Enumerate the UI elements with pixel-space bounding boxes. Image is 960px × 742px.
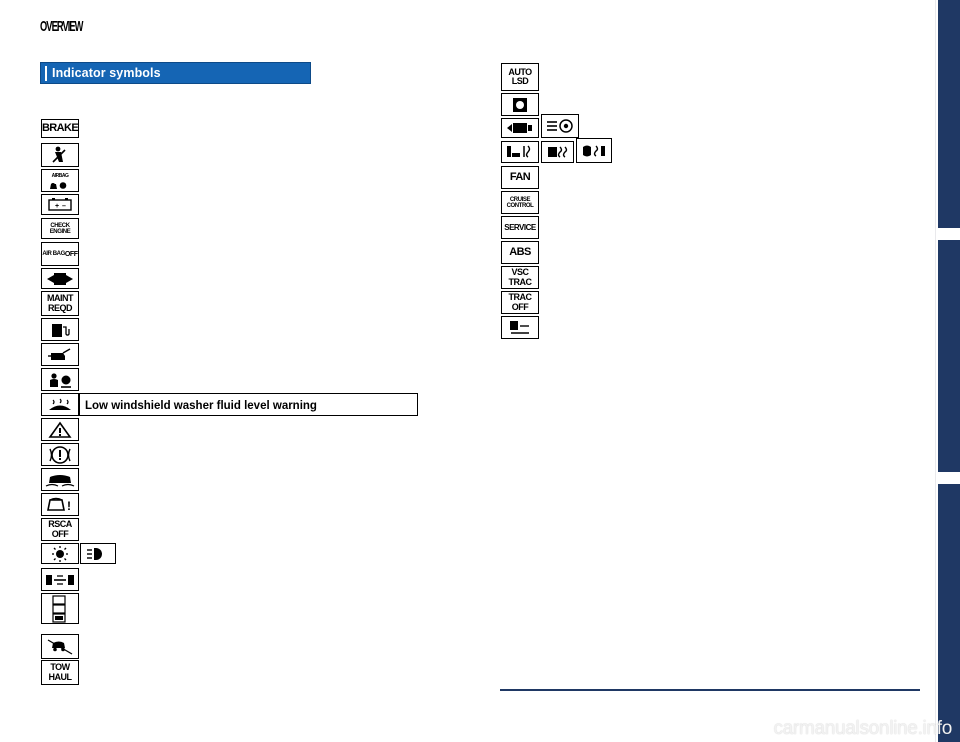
symbol-slip-indicator — [501, 93, 539, 116]
rear-defogger-icon — [542, 142, 573, 162]
manual-page: OVERVIEW Indicator symbols BRAKE AIRBAG — [0, 0, 960, 742]
symbol-brake-warning: BRAKE — [41, 119, 79, 138]
symbol-engine-oil-pressure-warning — [41, 343, 79, 366]
symbol-check-engine-warning: CHECK ENGINE — [41, 218, 79, 239]
symbol-passenger-airbag-indicator — [41, 368, 79, 391]
edge-tab-2 — [938, 240, 960, 472]
watermark: carmanualsonline.info — [773, 718, 952, 739]
washer-fluid-icon — [42, 394, 78, 415]
symbol-brake-warning-label: BRAKE — [41, 122, 79, 134]
symbol-auto-lsd-label: AUTO LSD — [508, 66, 532, 86]
symbol-rsca-off-indicator: RSCA OFF — [41, 518, 79, 541]
symbol-fan-label: FAN — [509, 171, 531, 183]
symbol-maintenance-required-label: MAINT REQD — [47, 293, 74, 313]
svg-text:–: – — [62, 203, 66, 210]
symbol-a-trac-indicator — [41, 593, 79, 624]
symbol-high-beam-indicator — [80, 543, 116, 564]
symbol-vsc-off-indicator — [41, 468, 79, 491]
symbol-tire-pressure-warning: ! — [41, 493, 79, 516]
symbol-rear-window-defogger-indicator — [541, 141, 574, 163]
symbol-air-bag-off-indicator: AIR BAG OFF — [41, 242, 79, 266]
tooltip-text: Low windshield washer fluid level warnin… — [85, 400, 317, 412]
symbol-charging-system-warning: + – — [41, 194, 79, 215]
symbol-srs-airbag-warning: AIRBAG — [41, 169, 79, 192]
svg-text:+: + — [55, 203, 59, 210]
symbol-downhill-assist-indicator — [41, 634, 79, 659]
symbol-parking-brake-warning — [41, 443, 79, 466]
symbol-rear-differential-lock-indicator — [501, 118, 539, 138]
symbol-rsca-off-label: RSCA OFF — [48, 519, 72, 539]
slip-icon — [502, 94, 538, 115]
high-beam-icon — [81, 544, 115, 563]
symbol-abs-label: ABS — [509, 246, 531, 258]
section-tick — [45, 66, 47, 81]
symbol-cruise-label: CRUISE CONTROL — [506, 196, 534, 209]
crawl-control-icon — [542, 115, 578, 137]
oil-can-icon — [42, 344, 78, 365]
footer-rule — [500, 689, 920, 691]
symbol-security-indicator — [501, 316, 539, 339]
symbol-open-door-warning — [41, 268, 79, 289]
edge-tab-1 — [938, 0, 960, 228]
mirror-defogger-icon — [577, 139, 611, 162]
svg-text:AIRBAG: AIRBAG — [52, 173, 69, 179]
headlight-icon — [42, 544, 78, 563]
fuel-pump-icon — [42, 319, 78, 340]
section-heading: Indicator symbols — [40, 62, 311, 84]
tooltip-washer-fluid: Low windshield washer fluid level warnin… — [79, 393, 418, 416]
security-icon — [502, 317, 538, 338]
symbol-low-washer-fluid-warning[interactable] — [41, 393, 79, 416]
symbol-fan-indicator: FAN — [501, 166, 539, 189]
seatbelt-icon — [42, 144, 78, 166]
symbol-headlight-indicator — [41, 543, 79, 564]
svg-text:!: ! — [67, 499, 71, 513]
symbol-abs-warning: ABS — [501, 241, 539, 264]
vsc-car-skid-icon — [42, 469, 78, 490]
symbol-side-mirror-defogger-indicator — [576, 138, 612, 163]
symbol-vsc-trac-off-indicator: VSC TRAC — [501, 266, 539, 289]
parking-brake-icon — [42, 444, 78, 465]
symbol-tow-haul-indicator: TOW HAUL — [41, 660, 79, 685]
srs-airbag-icon: AIRBAG — [42, 170, 78, 191]
symbol-tow-haul-label: TOW HAUL — [48, 662, 73, 682]
symbol-master-warning — [41, 418, 79, 441]
passenger-airbag-icon — [42, 369, 78, 390]
symbol-low-fuel-level-warning — [41, 318, 79, 341]
symbol-trac-off-indicator: TRAC OFF — [501, 291, 539, 314]
seat-heater-icon — [502, 142, 538, 162]
section-heading-label: Indicator symbols — [52, 66, 161, 80]
symbol-cruise-control-indicator: CRUISE CONTROL — [501, 191, 539, 214]
downhill-assist-icon — [42, 635, 78, 658]
master-warning-icon — [42, 419, 78, 440]
battery-icon: + – — [42, 195, 78, 214]
symbol-auto-lsd-indicator: AUTO LSD — [501, 63, 539, 91]
symbol-service-label: SERVICE — [504, 222, 536, 232]
symbol-service-indicator: SERVICE — [501, 216, 539, 239]
symbol-maintenance-required-indicator: MAINT REQD — [41, 291, 79, 316]
symbol-seatbelt-warning — [41, 143, 79, 167]
symbol-air-bag-off-label: AIR BAG OFF — [42, 250, 78, 258]
a-trac-icon — [42, 594, 78, 623]
symbol-trac-off-label: TRAC OFF — [508, 292, 533, 312]
page-edge-rule — [935, 0, 936, 742]
symbol-vsc-trac-label: VSC TRAC — [508, 267, 533, 287]
page-title: OVERVIEW — [40, 18, 83, 35]
symbol-crawl-control-indicator — [541, 114, 579, 138]
symbol-seat-heater-indicator — [501, 141, 539, 163]
rear-diff-lock-icon — [502, 119, 538, 137]
open-door-icon — [42, 269, 78, 288]
symbol-four-wheel-drive-indicator — [41, 568, 79, 591]
edge-tab-3 — [938, 484, 960, 742]
four-wheel-drive-icon — [42, 569, 78, 590]
symbol-check-engine-warning-label: CHECK ENGINE — [49, 222, 71, 235]
tpms-icon: ! — [42, 494, 78, 515]
